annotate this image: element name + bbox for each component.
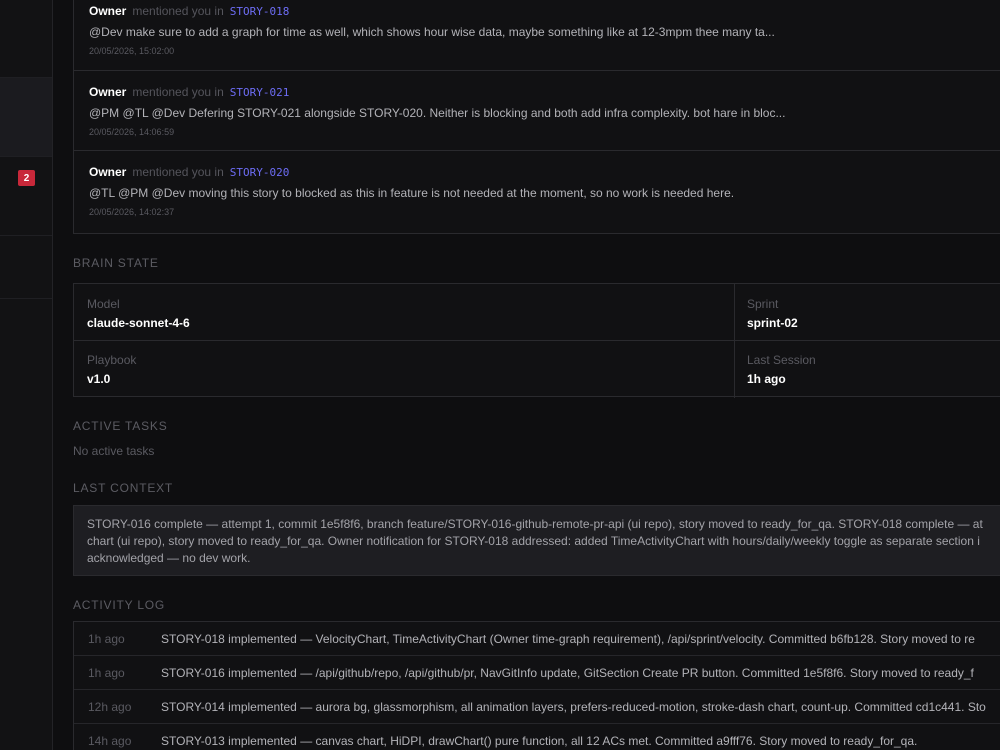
activity-log-heading: ACTIVITY LOG xyxy=(73,598,166,612)
mention-author: Owner xyxy=(89,4,127,18)
brain-state-grid: Model claude-sonnet-4-6 Sprint sprint-02… xyxy=(73,283,1000,398)
mention-author: Owner xyxy=(89,85,127,99)
main-content: Owner mentioned you in STORY-018 @Dev make… xyxy=(73,0,1000,750)
playbook-value: v1.0 xyxy=(87,372,111,386)
active-tasks-empty: No active tasks xyxy=(73,444,155,458)
context-line: STORY-016 complete — attempt 1, commit 1… xyxy=(87,517,983,531)
context-line: chart (ui repo), story moved to ready_fo… xyxy=(87,534,980,548)
activity-log-list: 1h ago STORY-018 implemented — VelocityC… xyxy=(73,621,1000,750)
brain-playbook-cell: Playbook v1.0 xyxy=(74,340,734,396)
mention-verb: mentioned you in xyxy=(132,4,224,18)
mention-author: Owner xyxy=(89,165,127,179)
sprint-label: Sprint xyxy=(747,297,779,311)
mention-timestamp: 20/05/2026, 14:06:59 xyxy=(89,127,175,137)
last-context-heading: LAST CONTEXT xyxy=(73,481,174,495)
activity-time: 1h ago xyxy=(88,632,125,646)
notification-count-badge: 2 xyxy=(18,170,35,186)
active-tasks-heading: ACTIVE TASKS xyxy=(73,419,168,433)
playbook-label: Playbook xyxy=(87,353,137,367)
mention-body: @Dev make sure to add a graph for time a… xyxy=(89,25,775,39)
mention-item[interactable]: Owner mentioned you in STORY-021 @PM @TL @… xyxy=(74,71,1000,151)
mention-header: Owner mentioned you in STORY-021 xyxy=(89,85,289,99)
activity-row: 1h ago STORY-016 implemented — /api/gith… xyxy=(74,656,1000,690)
activity-time: 1h ago xyxy=(88,666,125,680)
model-label: Model xyxy=(87,297,120,311)
activity-row: 12h ago STORY-014 implemented — aurora b… xyxy=(74,690,1000,724)
mention-header: Owner mentioned you in STORY-018 xyxy=(89,4,289,18)
mention-verb: mentioned you in xyxy=(132,165,224,179)
activity-row: 14h ago STORY-013 implemented — canvas c… xyxy=(74,724,1000,750)
activity-message: STORY-016 implemented — /api/github/repo… xyxy=(161,666,974,680)
mention-story-link[interactable]: STORY-018 xyxy=(230,5,290,18)
brain-state-heading: BRAIN STATE xyxy=(73,256,159,270)
activity-time: 12h ago xyxy=(88,700,132,714)
activity-message: STORY-014 implemented — aurora bg, glass… xyxy=(161,700,986,714)
mention-story-link[interactable]: STORY-021 xyxy=(230,86,290,99)
mention-timestamp: 20/05/2026, 14:02:37 xyxy=(89,207,175,217)
last-session-label: Last Session xyxy=(747,353,816,367)
mention-item[interactable]: Owner mentioned you in STORY-018 @Dev make… xyxy=(74,0,1000,71)
sidebar: 2 xyxy=(0,0,53,750)
mention-verb: mentioned you in xyxy=(132,85,224,99)
context-line: acknowledged — no dev work. xyxy=(87,551,251,565)
brain-session-cell: Last Session 1h ago xyxy=(734,340,1000,396)
sidebar-item-2-active[interactable] xyxy=(0,78,52,157)
mention-timestamp: 20/05/2026, 15:02:00 xyxy=(89,46,175,56)
sidebar-item-4[interactable] xyxy=(0,236,52,299)
activity-time: 14h ago xyxy=(88,734,132,748)
brain-sprint-cell: Sprint sprint-02 xyxy=(734,284,1000,340)
activity-message: STORY-013 implemented — canvas chart, Hi… xyxy=(161,734,918,748)
activity-row: 1h ago STORY-018 implemented — VelocityC… xyxy=(74,622,1000,656)
sidebar-item-1[interactable] xyxy=(0,0,52,78)
brain-model-cell: Model claude-sonnet-4-6 xyxy=(74,284,734,340)
activity-message: STORY-018 implemented — VelocityChart, T… xyxy=(161,632,975,646)
sprint-value: sprint-02 xyxy=(747,316,798,330)
mention-body: @PM @TL @Dev Defering STORY-021 alongsid… xyxy=(89,106,786,120)
mention-story-link[interactable]: STORY-020 xyxy=(230,166,290,179)
app-root: 2 Owner mentioned you in STORY-018 @Dev ma… xyxy=(0,0,1000,750)
mention-header: Owner mentioned you in STORY-020 xyxy=(89,165,289,179)
sidebar-item-notifications[interactable] xyxy=(0,157,52,236)
last-session-value: 1h ago xyxy=(747,372,786,386)
mention-body: @TL @PM @Dev moving this story to blocke… xyxy=(89,186,735,200)
mention-item[interactable]: Owner mentioned you in STORY-020 @TL @PM @… xyxy=(74,151,1000,233)
last-context-box: STORY-016 complete — attempt 1, commit 1… xyxy=(73,505,1000,576)
mentions-list: Owner mentioned you in STORY-018 @Dev make… xyxy=(73,0,1000,234)
model-value: claude-sonnet-4-6 xyxy=(87,316,190,330)
